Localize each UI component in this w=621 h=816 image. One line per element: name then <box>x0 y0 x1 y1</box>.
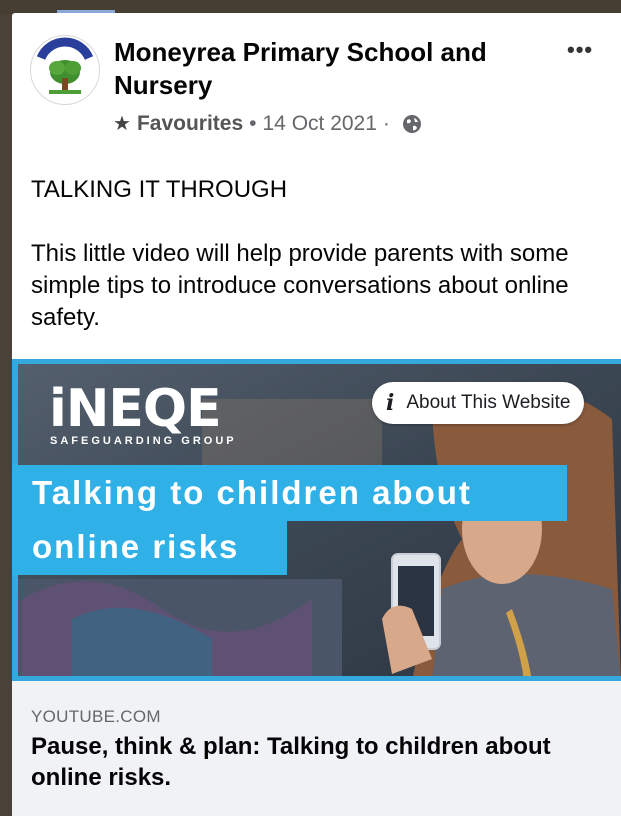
thumbnail-banner-line2: online risks <box>12 519 287 575</box>
post-text-body: This little video will help provide pare… <box>31 240 569 331</box>
post-meta: ★ Favourites • 14 Oct 2021 · <box>113 111 422 136</box>
globe-icon <box>402 114 421 133</box>
post-header: Moneyrea Primary School and Nursery ••• … <box>12 13 621 163</box>
thumbnail-banner-line1: Talking to children about <box>12 465 567 521</box>
post-card: Moneyrea Primary School and Nursery ••• … <box>12 13 621 816</box>
ineqe-logo: iNEQE <box>49 379 222 439</box>
preview-top-border <box>12 359 621 364</box>
app-frame-top <box>0 0 621 14</box>
about-this-website-button[interactable]: i About This Website <box>372 382 585 424</box>
post-date[interactable]: 14 Oct 2021 <box>263 112 377 136</box>
post-text-title: TALKING IT THROUGH <box>31 176 288 203</box>
dot-separator: · <box>382 111 390 135</box>
link-title[interactable]: Pause, think & plan: Talking to children… <box>31 731 606 793</box>
about-button-label: About This Website <box>406 392 571 413</box>
link-domain: YOUTUBE.COM <box>31 707 161 726</box>
page-name-link[interactable]: Moneyrea Primary School and Nursery <box>114 36 534 102</box>
ineqe-logo-subtext: SAFEGUARDING GROUP <box>50 435 237 447</box>
link-preview-footer[interactable]: YOUTUBE.COM Pause, think & plan: Talking… <box>12 681 621 816</box>
info-icon: i <box>386 390 395 416</box>
page-avatar[interactable] <box>30 35 100 105</box>
school-logo-icon <box>32 37 98 103</box>
star-icon: ★ <box>113 113 131 135</box>
dot-separator: • <box>249 111 257 135</box>
audience-label[interactable]: Favourites <box>137 112 243 136</box>
link-preview-image[interactable]: iNEQE SAFEGUARDING GROUP i About This We… <box>12 359 621 681</box>
more-options-icon[interactable]: ••• <box>567 37 601 62</box>
post-text: TALKING IT THROUGH This little video wil… <box>31 174 601 334</box>
